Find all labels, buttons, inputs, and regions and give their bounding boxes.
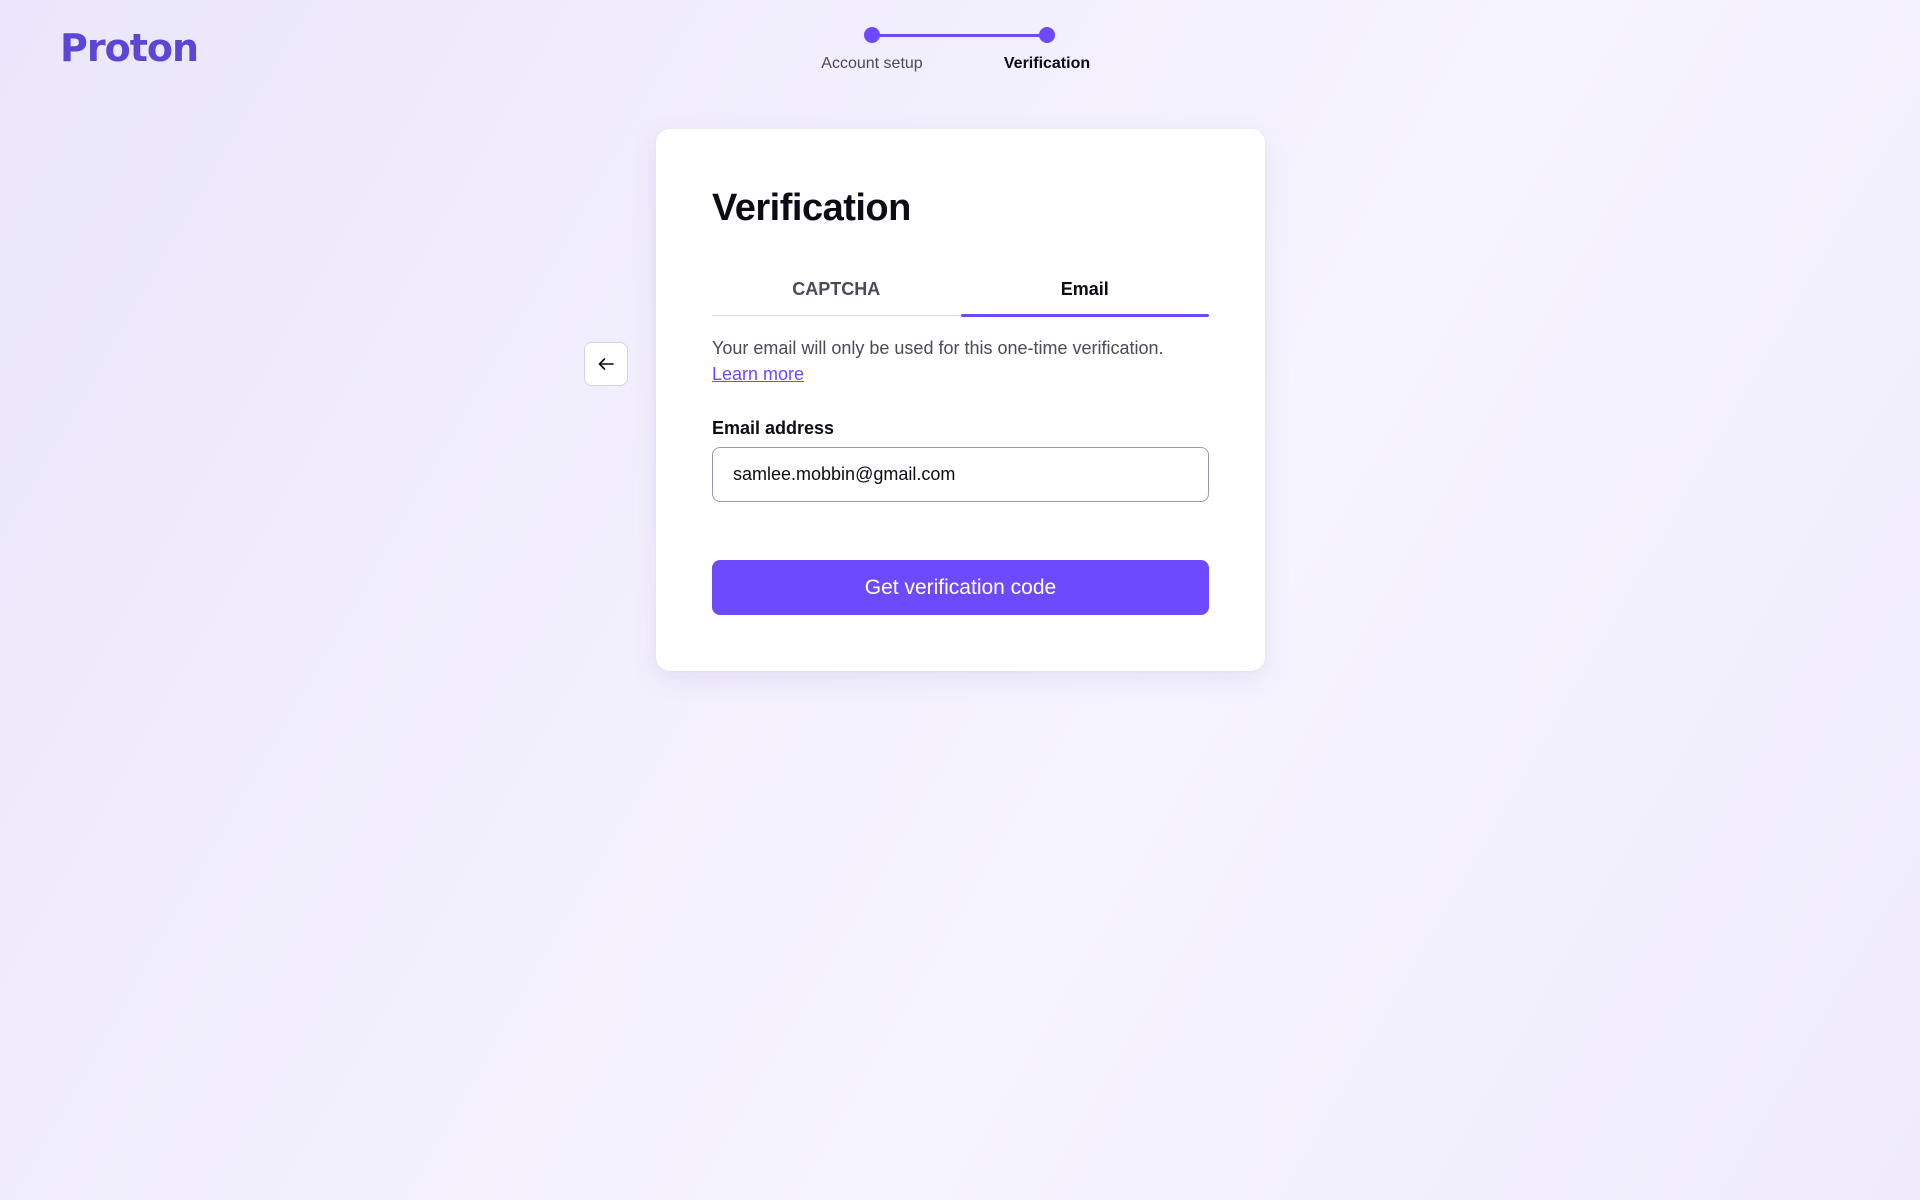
logo-text: Proton [60, 26, 199, 70]
email-field-label: Email address [712, 418, 835, 438]
step-dot [864, 27, 880, 43]
step-verification: Verification [972, 24, 1122, 73]
step-label: Verification [1003, 55, 1091, 72]
tab-captcha[interactable]: CAPTCHA [712, 274, 961, 315]
page-title: Verification [712, 187, 911, 229]
description-text: Your email will only be used for this on… [712, 338, 1164, 358]
back-button[interactable] [584, 342, 628, 386]
signup-stepper: Account setup Verification [800, 24, 1100, 84]
step-label: Account setup [821, 55, 923, 72]
step-account-setup: Account setup [797, 24, 947, 73]
verification-card: Verification CAPTCHA Email Your email wi… [656, 129, 1265, 671]
verification-description: Your email will only be used for this on… [712, 335, 1212, 387]
get-verification-code-button[interactable]: Get verification code [712, 560, 1209, 615]
tab-email[interactable]: Email [960, 274, 1210, 317]
email-field[interactable] [712, 447, 1209, 502]
arrow-left-icon [598, 358, 614, 370]
step-dot [1039, 27, 1055, 43]
learn-more-link[interactable]: Learn more [712, 364, 804, 384]
proton-logo[interactable]: Proton [60, 26, 199, 70]
verification-method-tabs: CAPTCHA Email [712, 274, 1210, 317]
